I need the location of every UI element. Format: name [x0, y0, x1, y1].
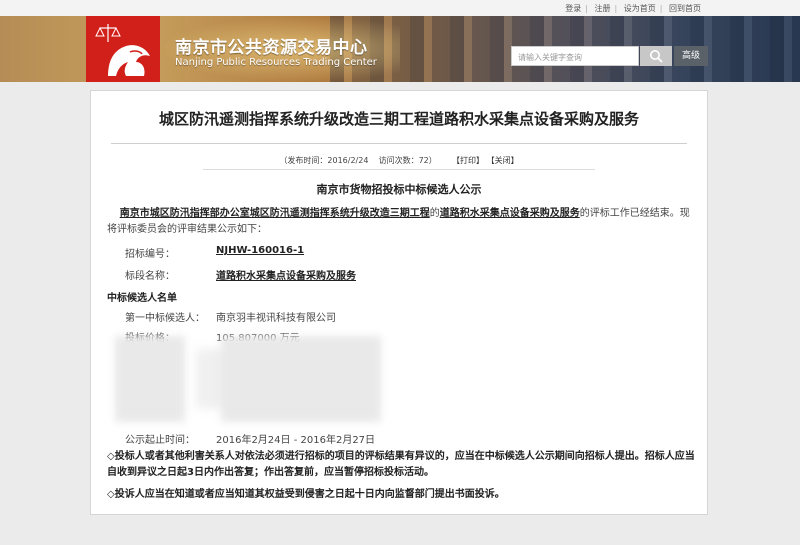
top-bar: 登录 | 注册 | 设为首页 | 回到首页	[0, 0, 800, 16]
first-candidate-value: 南京羽丰视讯科技有限公司	[216, 313, 336, 324]
register-link[interactable]: 注册	[595, 4, 611, 13]
redacted-area	[115, 336, 185, 422]
article-title: 城区防汛遥测指挥系统升级改造三期工程道路积水采集点设备采购及服务	[158, 110, 639, 128]
set-homepage-link[interactable]: 设为首页	[624, 4, 656, 13]
publish-date: 2016/2/24	[327, 156, 369, 165]
period-value: 2016年2月24日 - 2016年2月27日	[216, 435, 376, 446]
redacted-area	[221, 336, 381, 422]
visit-count: 72	[418, 156, 429, 165]
article-panel: 城区防汛遥测指挥系统升级改造三期工程道路积水采集点设备采购及服务 （发布时间：2…	[90, 90, 708, 515]
search-input[interactable]: 请输入关键字查询	[511, 46, 639, 66]
scales-lion-logo-icon	[95, 24, 150, 76]
search-icon	[650, 50, 663, 63]
objection-note: ◇投标人或者其他利害关系人对依法必须进行招标的项目的评标结果有异议的，应当在中标…	[107, 451, 695, 478]
top-links: 登录 | 注册 | 设为首页 | 回到首页	[565, 4, 701, 13]
notice-title: 南京市货物招投标中标候选人公示	[316, 183, 482, 196]
site-logo[interactable]	[86, 16, 160, 82]
back-home-link[interactable]: 回到首页	[669, 4, 701, 13]
project-name-value: 道路积水采集点设备采购及服务	[216, 271, 356, 282]
bid-number-value: NJHW-160016-1	[216, 245, 305, 256]
intro-paragraph: 南京市城区防汛指挥部办公室城区防汛遥测指挥系统升级改造三期工程的道路积水采集点设…	[107, 208, 690, 235]
title-divider	[111, 143, 687, 144]
close-link[interactable]: 【关闭】	[487, 156, 519, 165]
site-name-en: Nanjing Public Resources Trading Center	[175, 57, 377, 68]
advanced-search-button[interactable]: 高级	[674, 46, 708, 66]
print-link[interactable]: 【打印】	[452, 156, 484, 165]
complaint-note: ◇投诉人应当在知道或者应当知道其权益受到侵害之日起十日内向监督部门提出书面投诉。	[107, 489, 505, 500]
first-candidate-label: 第一中标候选人：	[125, 313, 205, 324]
candidates-heading: 中标候选人名单	[107, 293, 177, 304]
bid-number-label: 招标编号：	[125, 249, 175, 260]
site-name-cn: 南京市公共资源交易中心	[175, 38, 368, 58]
search-button[interactable]	[640, 46, 672, 66]
project-name-label: 标段名称：	[125, 271, 175, 282]
article-meta: （发布时间：2016/2/24 访问次数：72） 【打印】 【关闭】	[279, 156, 519, 165]
period-label: 公示起止时间：	[125, 435, 195, 446]
site-banner: 南京市公共资源交易中心 Nanjing Public Resources Tra…	[0, 16, 800, 82]
login-link[interactable]: 登录	[565, 4, 581, 13]
